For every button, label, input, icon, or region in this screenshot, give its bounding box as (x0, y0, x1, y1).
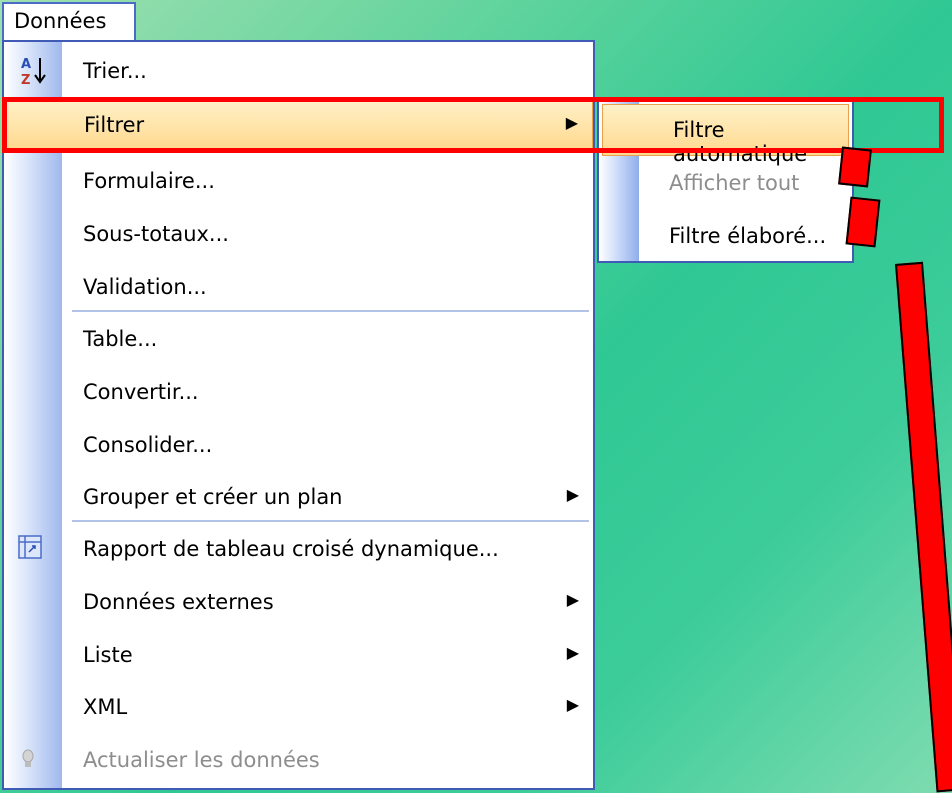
red-dashed-arrow-segment (838, 146, 872, 188)
menu-item-label: Actualiser les données (83, 748, 320, 772)
submenu-item-filtre-elabore[interactable]: Filtre élaboré... (599, 211, 852, 263)
submenu-item-label: Afficher tout (669, 171, 800, 195)
submenu-item-afficher-tout: Afficher tout (599, 158, 852, 210)
menu-item-grouper[interactable]: Grouper et créer un plan ▶ (4, 472, 593, 524)
menu-item-label: Rapport de tableau croisé dynamique... (83, 537, 499, 561)
menu-separator (72, 310, 589, 312)
menu-item-trier[interactable]: A Z Trier... (4, 46, 593, 98)
submenu-arrow-icon: ▶ (566, 695, 579, 714)
menu-item-label: Données externes (83, 590, 274, 614)
submenu-arrow-icon: ▶ (566, 485, 579, 504)
pivot-table-icon (18, 535, 42, 564)
menu-item-sous-totaux[interactable]: Sous-totaux... (4, 209, 593, 261)
submenu-arrow-icon: ▶ (566, 643, 579, 662)
menu-item-formulaire[interactable]: Formulaire... (4, 156, 593, 208)
menu-item-label: Consolider... (83, 433, 213, 457)
menu-item-table[interactable]: Table... (4, 314, 593, 366)
red-dashed-arrow-segment (895, 261, 952, 793)
menu-separator (72, 520, 589, 522)
menu-item-xml[interactable]: XML ▶ (4, 682, 593, 734)
menu-item-actualiser: Actualiser les données (4, 735, 593, 787)
menu-item-label: XML (83, 695, 128, 719)
menu-item-label: Grouper et créer un plan (83, 485, 343, 509)
menu-item-label: Liste (83, 643, 133, 667)
svg-text:A: A (21, 57, 31, 72)
menubar-donnees-label: Données (14, 9, 107, 33)
submenu-item-label: Filtre élaboré... (669, 224, 827, 248)
refresh-bulb-icon (18, 748, 38, 777)
menu-item-label: Formulaire... (83, 169, 215, 193)
red-dashed-arrow-segment (845, 196, 881, 248)
menu-item-label: Table... (83, 327, 158, 351)
menu-item-label: Convertir... (83, 380, 199, 404)
menu-item-convertir[interactable]: Convertir... (4, 367, 593, 419)
menu-item-rapport-tableau-croise[interactable]: Rapport de tableau croisé dynamique... (4, 524, 593, 576)
menu-item-liste[interactable]: Liste ▶ (4, 630, 593, 682)
menu-item-consolider[interactable]: Consolider... (4, 420, 593, 472)
menubar-donnees-tab[interactable]: Données (2, 2, 136, 40)
menu-item-label: Validation... (83, 275, 207, 299)
menu-item-label: Sous-totaux... (83, 222, 229, 246)
menu-item-donnees-externes[interactable]: Données externes ▶ (4, 577, 593, 629)
sort-az-icon: A Z (18, 54, 48, 93)
svg-text:Z: Z (21, 73, 30, 88)
menu-item-validation[interactable]: Validation... (4, 262, 593, 314)
menu-item-label: Trier... (83, 59, 147, 83)
submenu-arrow-icon: ▶ (566, 590, 579, 609)
red-highlight-box (2, 97, 944, 153)
